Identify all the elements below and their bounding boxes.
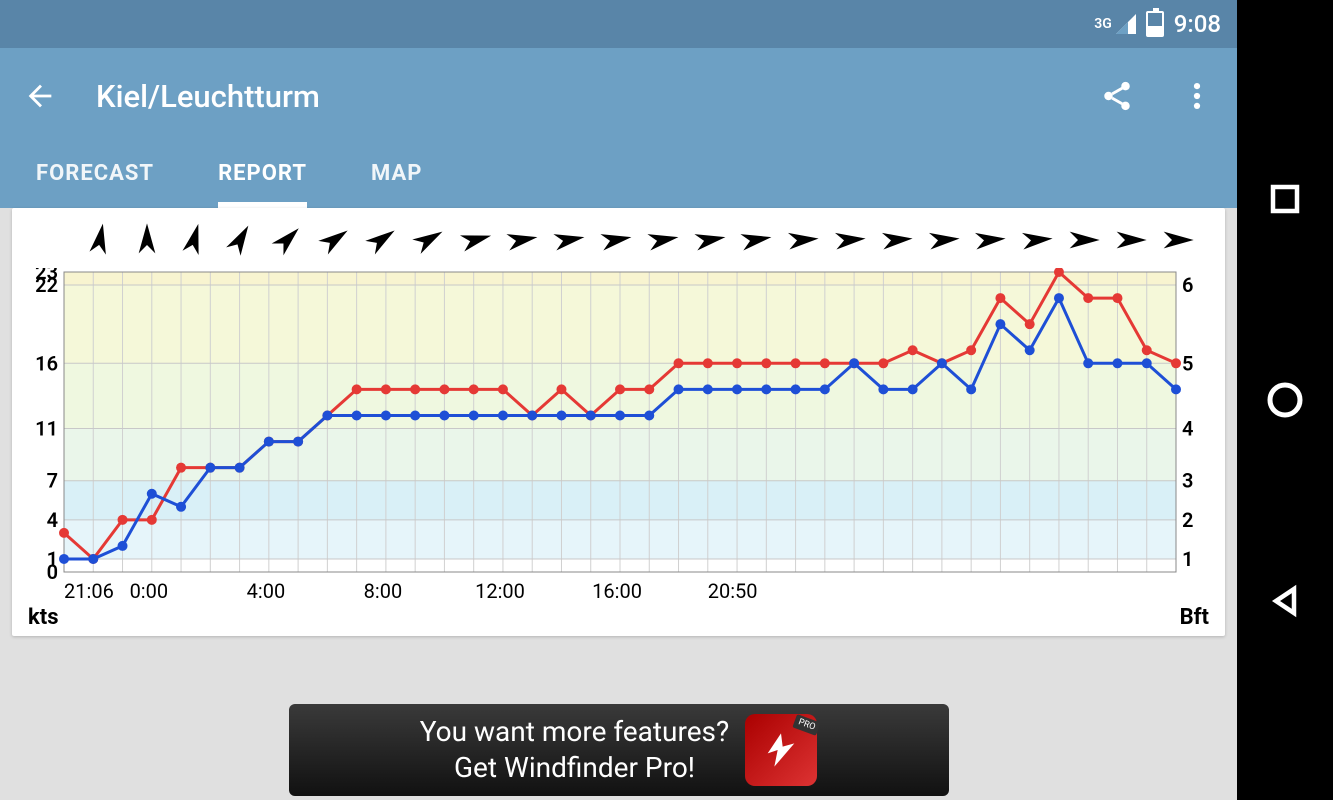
- wind-arrow-icon: [127, 220, 167, 264]
- wind-chart-card: 01471116222312345621:060:004:008:0012:00…: [12, 208, 1225, 636]
- ad-text: You want more features? Get Windfinder P…: [420, 714, 730, 787]
- wind-arrow-icon: [548, 220, 588, 264]
- wind-arrow-icon: [595, 220, 635, 264]
- wind-arrow-icon: [1157, 220, 1197, 264]
- wind-arrow-icon: [1016, 220, 1056, 264]
- signal-label: 3G: [1094, 16, 1112, 32]
- back-button[interactable]: [16, 72, 64, 120]
- wind-arrow-icon: [969, 220, 1009, 264]
- tab-report[interactable]: REPORT: [218, 144, 307, 208]
- svg-text:4: 4: [1182, 417, 1193, 441]
- svg-text:12:00: 12:00: [475, 579, 525, 603]
- share-button[interactable]: [1093, 72, 1141, 120]
- wind-arrow-icon: [1110, 220, 1150, 264]
- wind-arrow-icon: [80, 220, 120, 264]
- unit-left-label: kts: [28, 605, 59, 630]
- app-bar: Kiel/Leuchtturm FORECAST REPORT MAP: [0, 48, 1237, 208]
- wind-arrow-icon: [829, 220, 869, 264]
- svg-text:1: 1: [1182, 547, 1193, 571]
- signal-icon: [1114, 12, 1138, 36]
- status-bar: 3G 9:08: [0, 0, 1237, 48]
- wind-direction-row: [20, 212, 1217, 268]
- svg-text:2: 2: [1182, 508, 1193, 532]
- svg-text:1: 1: [47, 547, 58, 571]
- wind-arrow-icon: [455, 220, 495, 264]
- svg-text:0:00: 0:00: [130, 579, 169, 603]
- svg-text:23: 23: [35, 268, 58, 284]
- wind-arrow-icon: [408, 220, 448, 264]
- svg-text:20:50: 20:50: [708, 579, 758, 603]
- clock: 9:08: [1174, 10, 1221, 38]
- wind-arrow-icon: [782, 220, 822, 264]
- wind-chart[interactable]: 01471116222312345621:060:004:008:0012:00…: [20, 268, 1220, 628]
- ad-app-icon: [745, 714, 817, 786]
- svg-text:7: 7: [47, 469, 58, 493]
- wind-arrow-icon: [689, 220, 729, 264]
- wind-arrow-icon: [361, 220, 401, 264]
- back-nav-button[interactable]: [1267, 583, 1303, 619]
- wind-arrow-icon: [501, 220, 541, 264]
- tab-bar: FORECAST REPORT MAP: [0, 144, 1237, 208]
- tab-forecast[interactable]: FORECAST: [36, 144, 154, 208]
- battery-icon: [1146, 11, 1164, 37]
- svg-text:21:06: 21:06: [64, 579, 114, 603]
- android-nav-bar: [1237, 0, 1333, 800]
- home-button[interactable]: [1265, 380, 1305, 420]
- svg-text:5: 5: [1182, 351, 1193, 375]
- svg-text:4:00: 4:00: [247, 579, 286, 603]
- ad-banner[interactable]: You want more features? Get Windfinder P…: [289, 704, 949, 796]
- svg-text:16:00: 16:00: [592, 579, 642, 603]
- wind-arrow-icon: [174, 220, 214, 264]
- wind-arrow-icon: [267, 220, 307, 264]
- wind-arrow-icon: [923, 220, 963, 264]
- page-title: Kiel/Leuchtturm: [96, 78, 1061, 115]
- svg-text:6: 6: [1182, 273, 1193, 297]
- wind-arrow-icon: [735, 220, 775, 264]
- svg-text:8:00: 8:00: [364, 579, 403, 603]
- overflow-menu-button[interactable]: [1173, 72, 1221, 120]
- wind-arrow-icon: [314, 220, 354, 264]
- svg-text:3: 3: [1182, 469, 1193, 493]
- tab-map[interactable]: MAP: [371, 144, 422, 208]
- svg-text:11: 11: [35, 417, 58, 441]
- svg-text:4: 4: [47, 508, 58, 532]
- unit-right-label: Bft: [1180, 605, 1209, 630]
- svg-text:16: 16: [35, 351, 58, 375]
- wind-arrow-icon: [220, 220, 260, 264]
- wind-arrow-icon: [1063, 220, 1103, 264]
- wind-arrow-icon: [876, 220, 916, 264]
- wind-arrow-icon: [642, 220, 682, 264]
- recent-apps-button[interactable]: [1267, 181, 1303, 217]
